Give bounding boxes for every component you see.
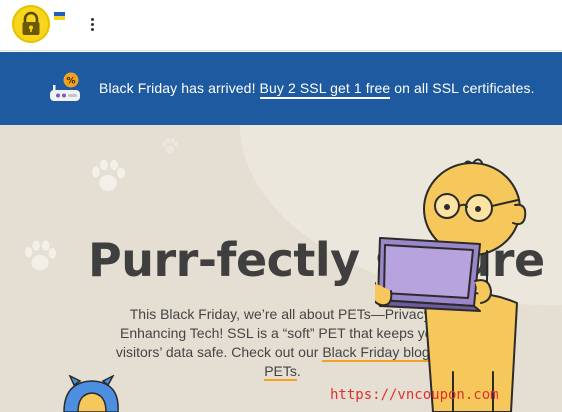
hero-section: Purr-fectly secure This Black Friday, we…	[0, 125, 562, 412]
hero-description-end: .	[296, 363, 301, 379]
paw-print-icon	[24, 240, 57, 271]
buy-2-get-1-link[interactable]: Buy 2 SSL get 1 free	[259, 80, 391, 99]
mascot-illustration	[63, 375, 119, 412]
padlock-icon[interactable]	[12, 5, 50, 43]
character-illustration	[375, 158, 527, 412]
site-header	[0, 0, 562, 51]
promo-text-after: on all SSL certificates.	[390, 80, 535, 96]
ukraine-flag-icon	[54, 12, 65, 20]
watermark-text: https://vncoupon.com	[330, 387, 499, 403]
kebab-menu-icon[interactable]	[88, 15, 96, 33]
promo-text: Black Friday has arrived! Buy 2 SSL get …	[99, 80, 535, 99]
paw-print-icon	[162, 138, 179, 154]
promo-text-before: Black Friday has arrived!	[99, 80, 260, 96]
svg-text:%: %	[66, 77, 75, 87]
paw-print-icon	[92, 159, 125, 191]
promo-banner: % Black Friday has arrived! Buy 2 SSL ge…	[0, 52, 562, 125]
discount-router-icon: %	[50, 72, 80, 101]
